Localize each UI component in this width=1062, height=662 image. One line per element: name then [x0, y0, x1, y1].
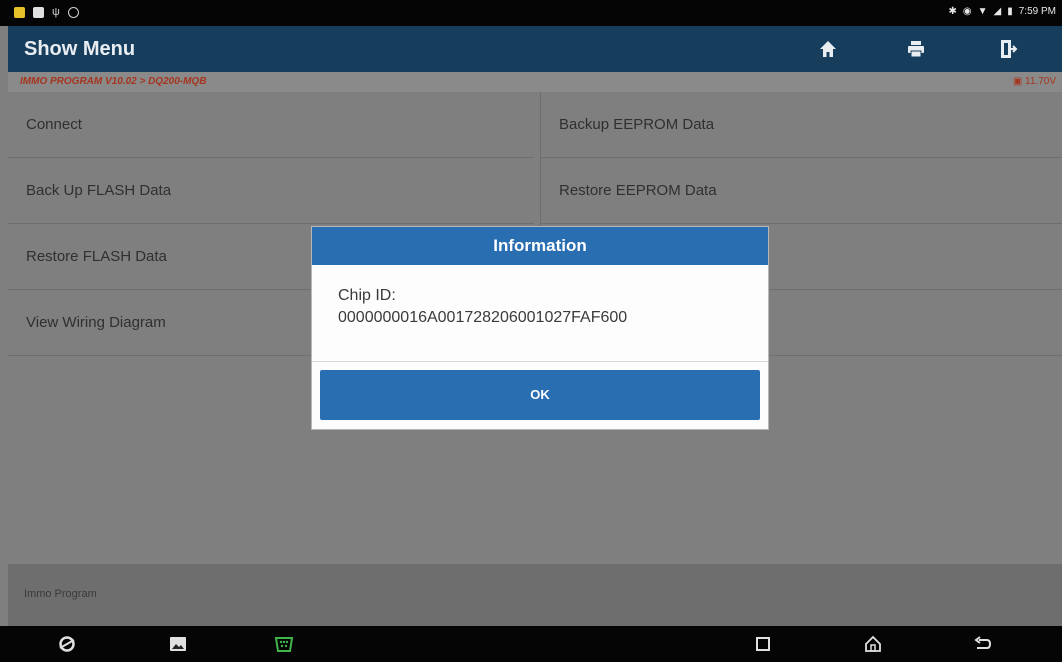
recent-apps-button[interactable]	[750, 632, 776, 656]
home-button[interactable]	[802, 32, 854, 66]
vci-connector-icon	[274, 637, 294, 652]
vci-connector-button[interactable]	[271, 632, 297, 656]
circle-icon	[67, 6, 79, 18]
gallery-icon	[170, 637, 186, 651]
home-icon	[820, 41, 836, 57]
recent-apps-icon	[756, 637, 770, 651]
battery-icon: ▮	[1007, 6, 1013, 17]
wifi-icon: ▼	[977, 6, 988, 17]
breadcrumb: IMMO PROGRAM V10.02 > DQ200-MQB ▣ 11.70V	[8, 72, 1062, 92]
home-nav-button[interactable]	[860, 632, 886, 656]
menu-item-backup-flash[interactable]: Back Up FLASH Data	[8, 158, 534, 224]
signal-icon: ◢	[993, 6, 1002, 17]
navigation-bar	[0, 626, 1062, 662]
status-time: 7:59 PM	[1018, 6, 1056, 17]
voltage-value: 11.70V	[1025, 76, 1056, 87]
notification-yellow-icon	[14, 6, 25, 18]
bluetooth-icon: ✱	[948, 6, 957, 17]
location-icon: ◉	[962, 6, 972, 17]
status-bar: ψ ✱ ◉ ▼ ◢ ▮ 7:59 PM	[0, 0, 1062, 26]
chip-id-label: Chip ID:	[338, 287, 396, 304]
car-battery-icon: ▣	[1012, 76, 1023, 87]
menu-item-backup-eeprom[interactable]: Backup EEPROM Data	[540, 92, 1062, 158]
gallery-button[interactable]	[165, 632, 191, 656]
header-bar: Show Menu	[8, 26, 1062, 72]
menu-item-connect[interactable]: Connect	[8, 92, 534, 158]
home-nav-icon	[865, 635, 881, 652]
exit-button[interactable]	[982, 32, 1034, 66]
footer-label: Immo Program	[24, 588, 97, 600]
usb-icon: ψ	[52, 6, 60, 18]
dialog-divider	[312, 361, 768, 362]
print-button[interactable]	[890, 32, 942, 66]
chip-id-value: 0000000016A001728206001027FAF600	[338, 309, 628, 326]
print-icon	[908, 41, 924, 58]
ok-button[interactable]: OK	[320, 370, 760, 420]
information-dialog: Information Chip ID: 0000000016A00172820…	[312, 227, 768, 429]
menu-item-restore-eeprom[interactable]: Restore EEPROM Data	[540, 158, 1062, 224]
footer-bar: Immo Program	[8, 564, 1062, 626]
exit-icon	[1001, 40, 1018, 58]
notification-white-icon	[33, 6, 44, 18]
back-button[interactable]	[970, 632, 996, 656]
page-title: Show Menu	[24, 38, 136, 60]
browser-button[interactable]	[54, 632, 80, 656]
status-right-icons: ✱ ◉ ▼ ◢ ▮ 7:59 PM	[949, 6, 1057, 17]
dialog-title: Information	[312, 227, 768, 265]
status-left-icons: ψ	[14, 6, 79, 18]
breadcrumb-path: IMMO PROGRAM V10.02 > DQ200-MQB	[20, 76, 207, 87]
browser-icon	[59, 636, 75, 652]
battery-voltage: ▣ 11.70V	[1013, 76, 1056, 87]
dialog-message: Chip ID: 0000000016A001728206001027FAF60…	[338, 285, 627, 329]
back-icon	[974, 636, 992, 649]
